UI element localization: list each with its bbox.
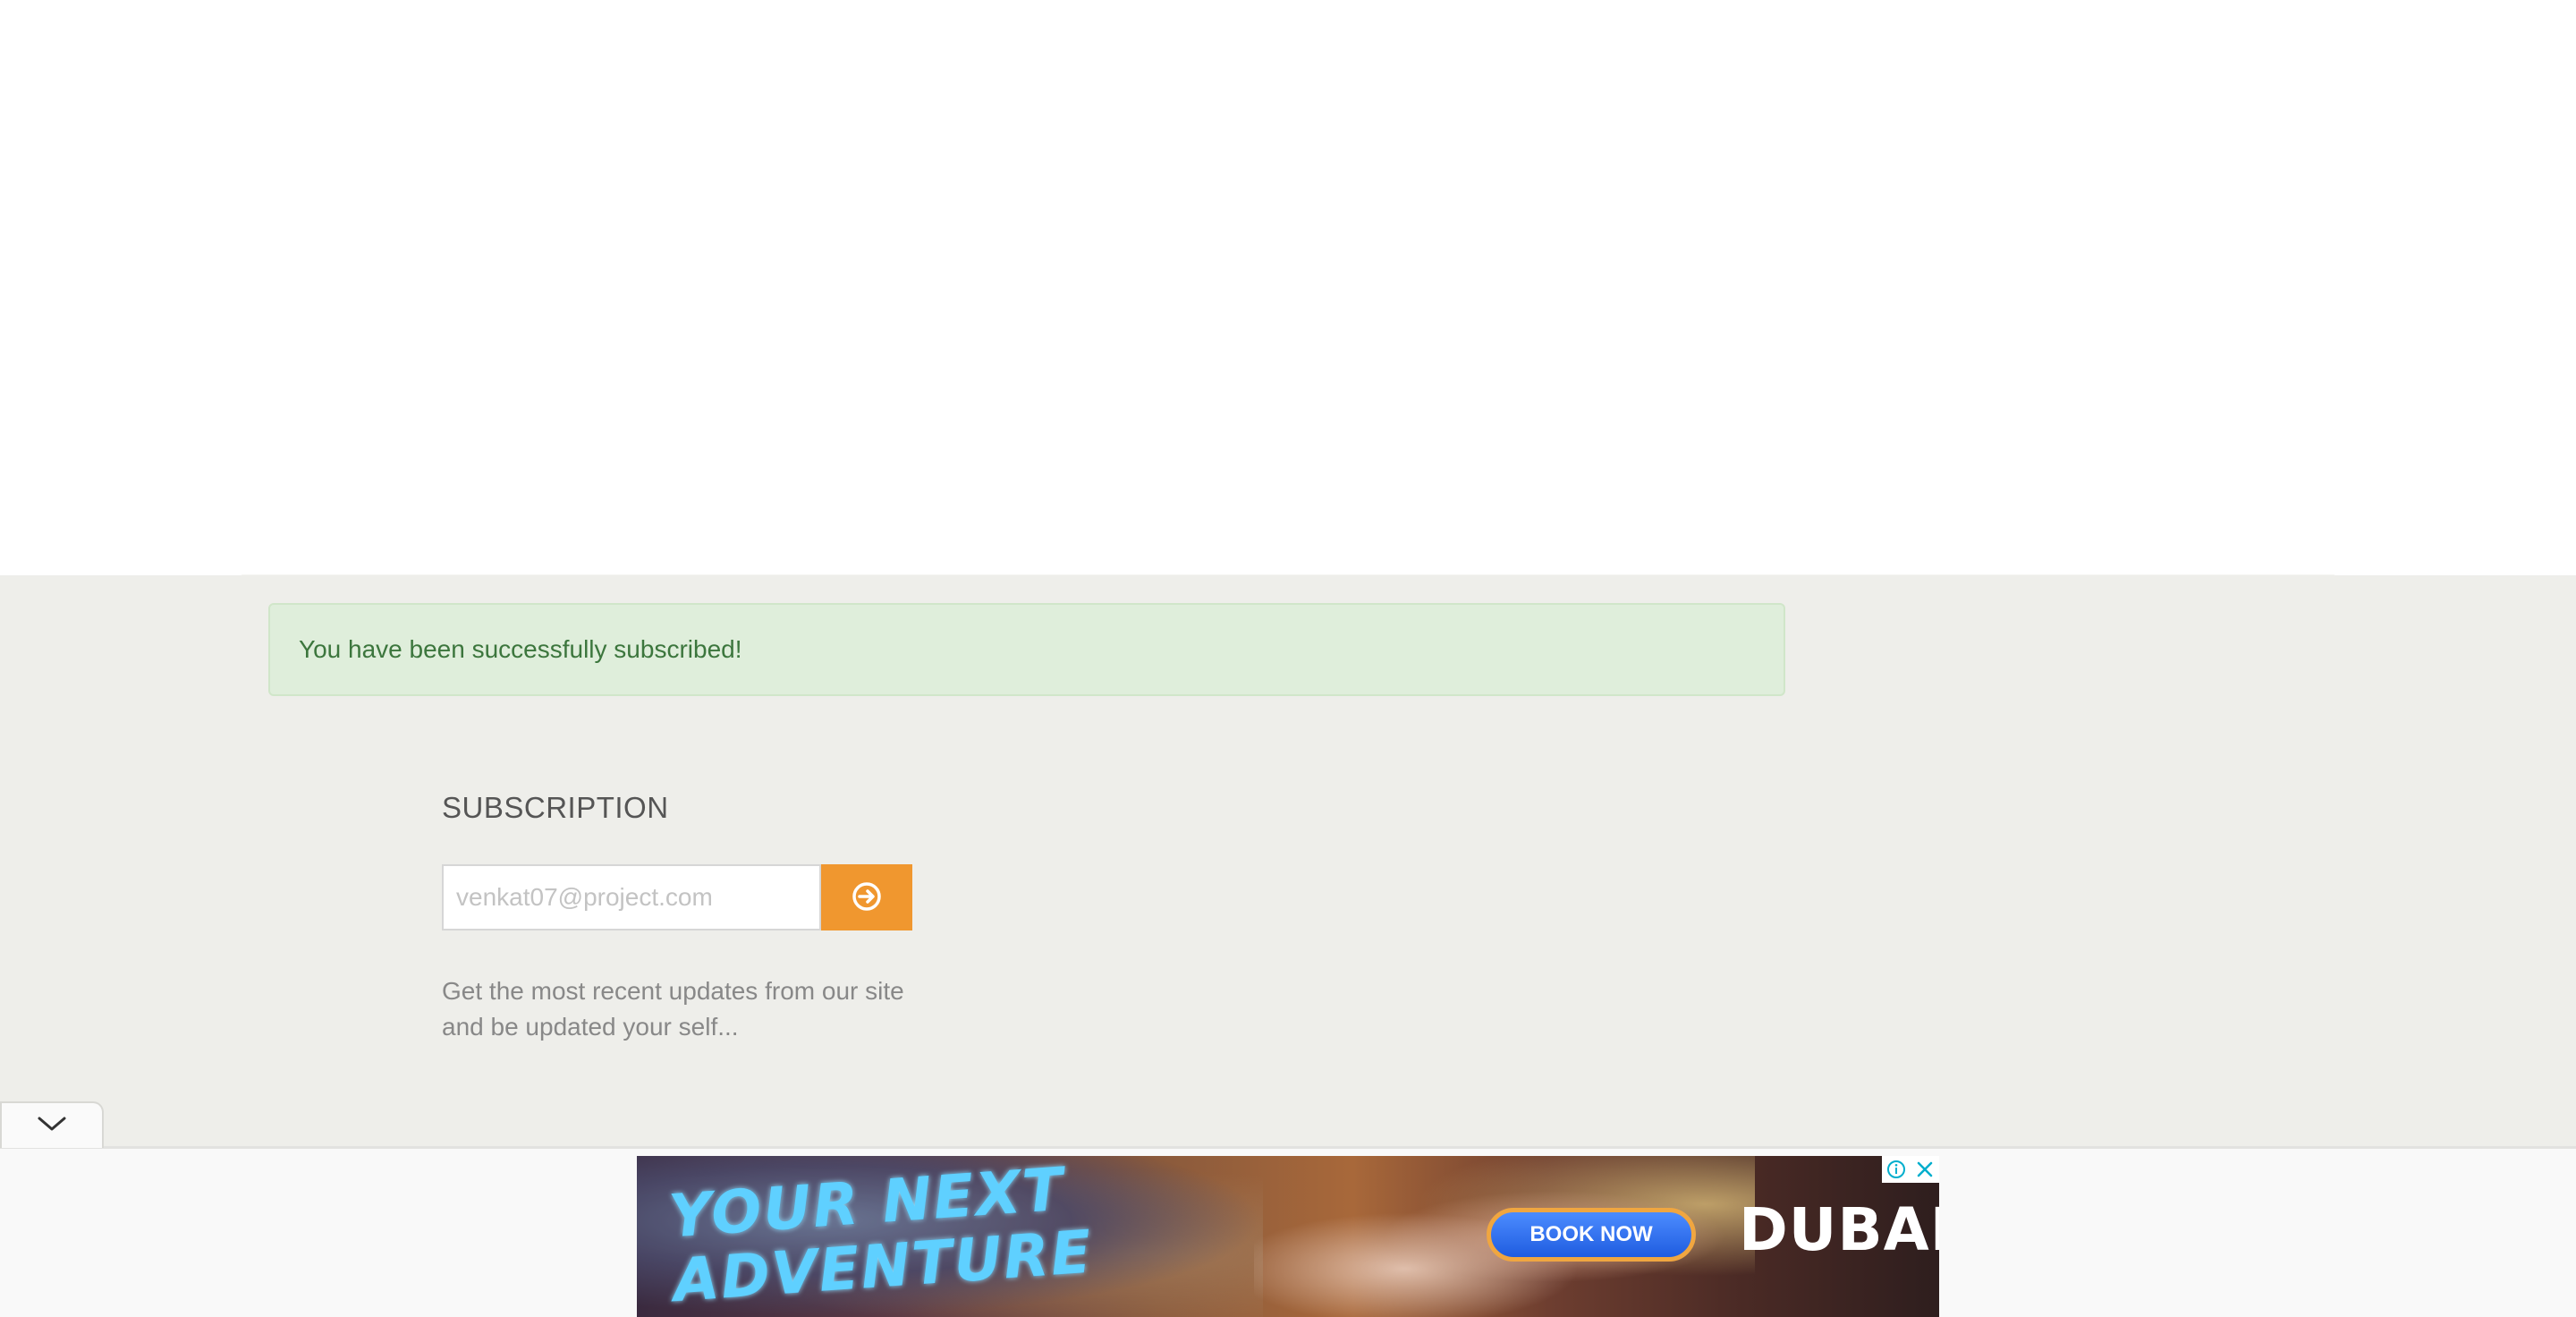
page-content-area — [0, 0, 2576, 576]
subscribe-button[interactable] — [821, 864, 912, 930]
ad-headline: YOUR NEXT ADVENTURE — [666, 1156, 1096, 1316]
email-input[interactable] — [442, 864, 821, 930]
chevron-down-icon — [36, 1115, 68, 1137]
subscription-form — [442, 864, 912, 930]
ad-controls — [1882, 1156, 1939, 1183]
close-icon[interactable] — [1911, 1156, 1939, 1183]
arrow-circle-right-icon — [851, 880, 883, 915]
info-icon[interactable] — [1882, 1156, 1911, 1183]
success-alert-message: You have been successfully subscribed! — [299, 635, 742, 663]
subscription-description: Get the most recent updates from our sit… — [442, 977, 904, 1041]
ad-banner[interactable]: YOUR NEXT ADVENTURE BOOK NOW DUBAI — [637, 1156, 1939, 1317]
collapse-ad-tab[interactable] — [0, 1101, 104, 1148]
ad-book-now-button[interactable]: BOOK NOW — [1487, 1208, 1696, 1262]
subscription-title: SUBSCRIPTION — [442, 791, 669, 824]
ad-brand-logo: DUBAI — [1739, 1195, 1939, 1264]
success-alert: You have been successfully subscribed! — [268, 603, 1785, 696]
